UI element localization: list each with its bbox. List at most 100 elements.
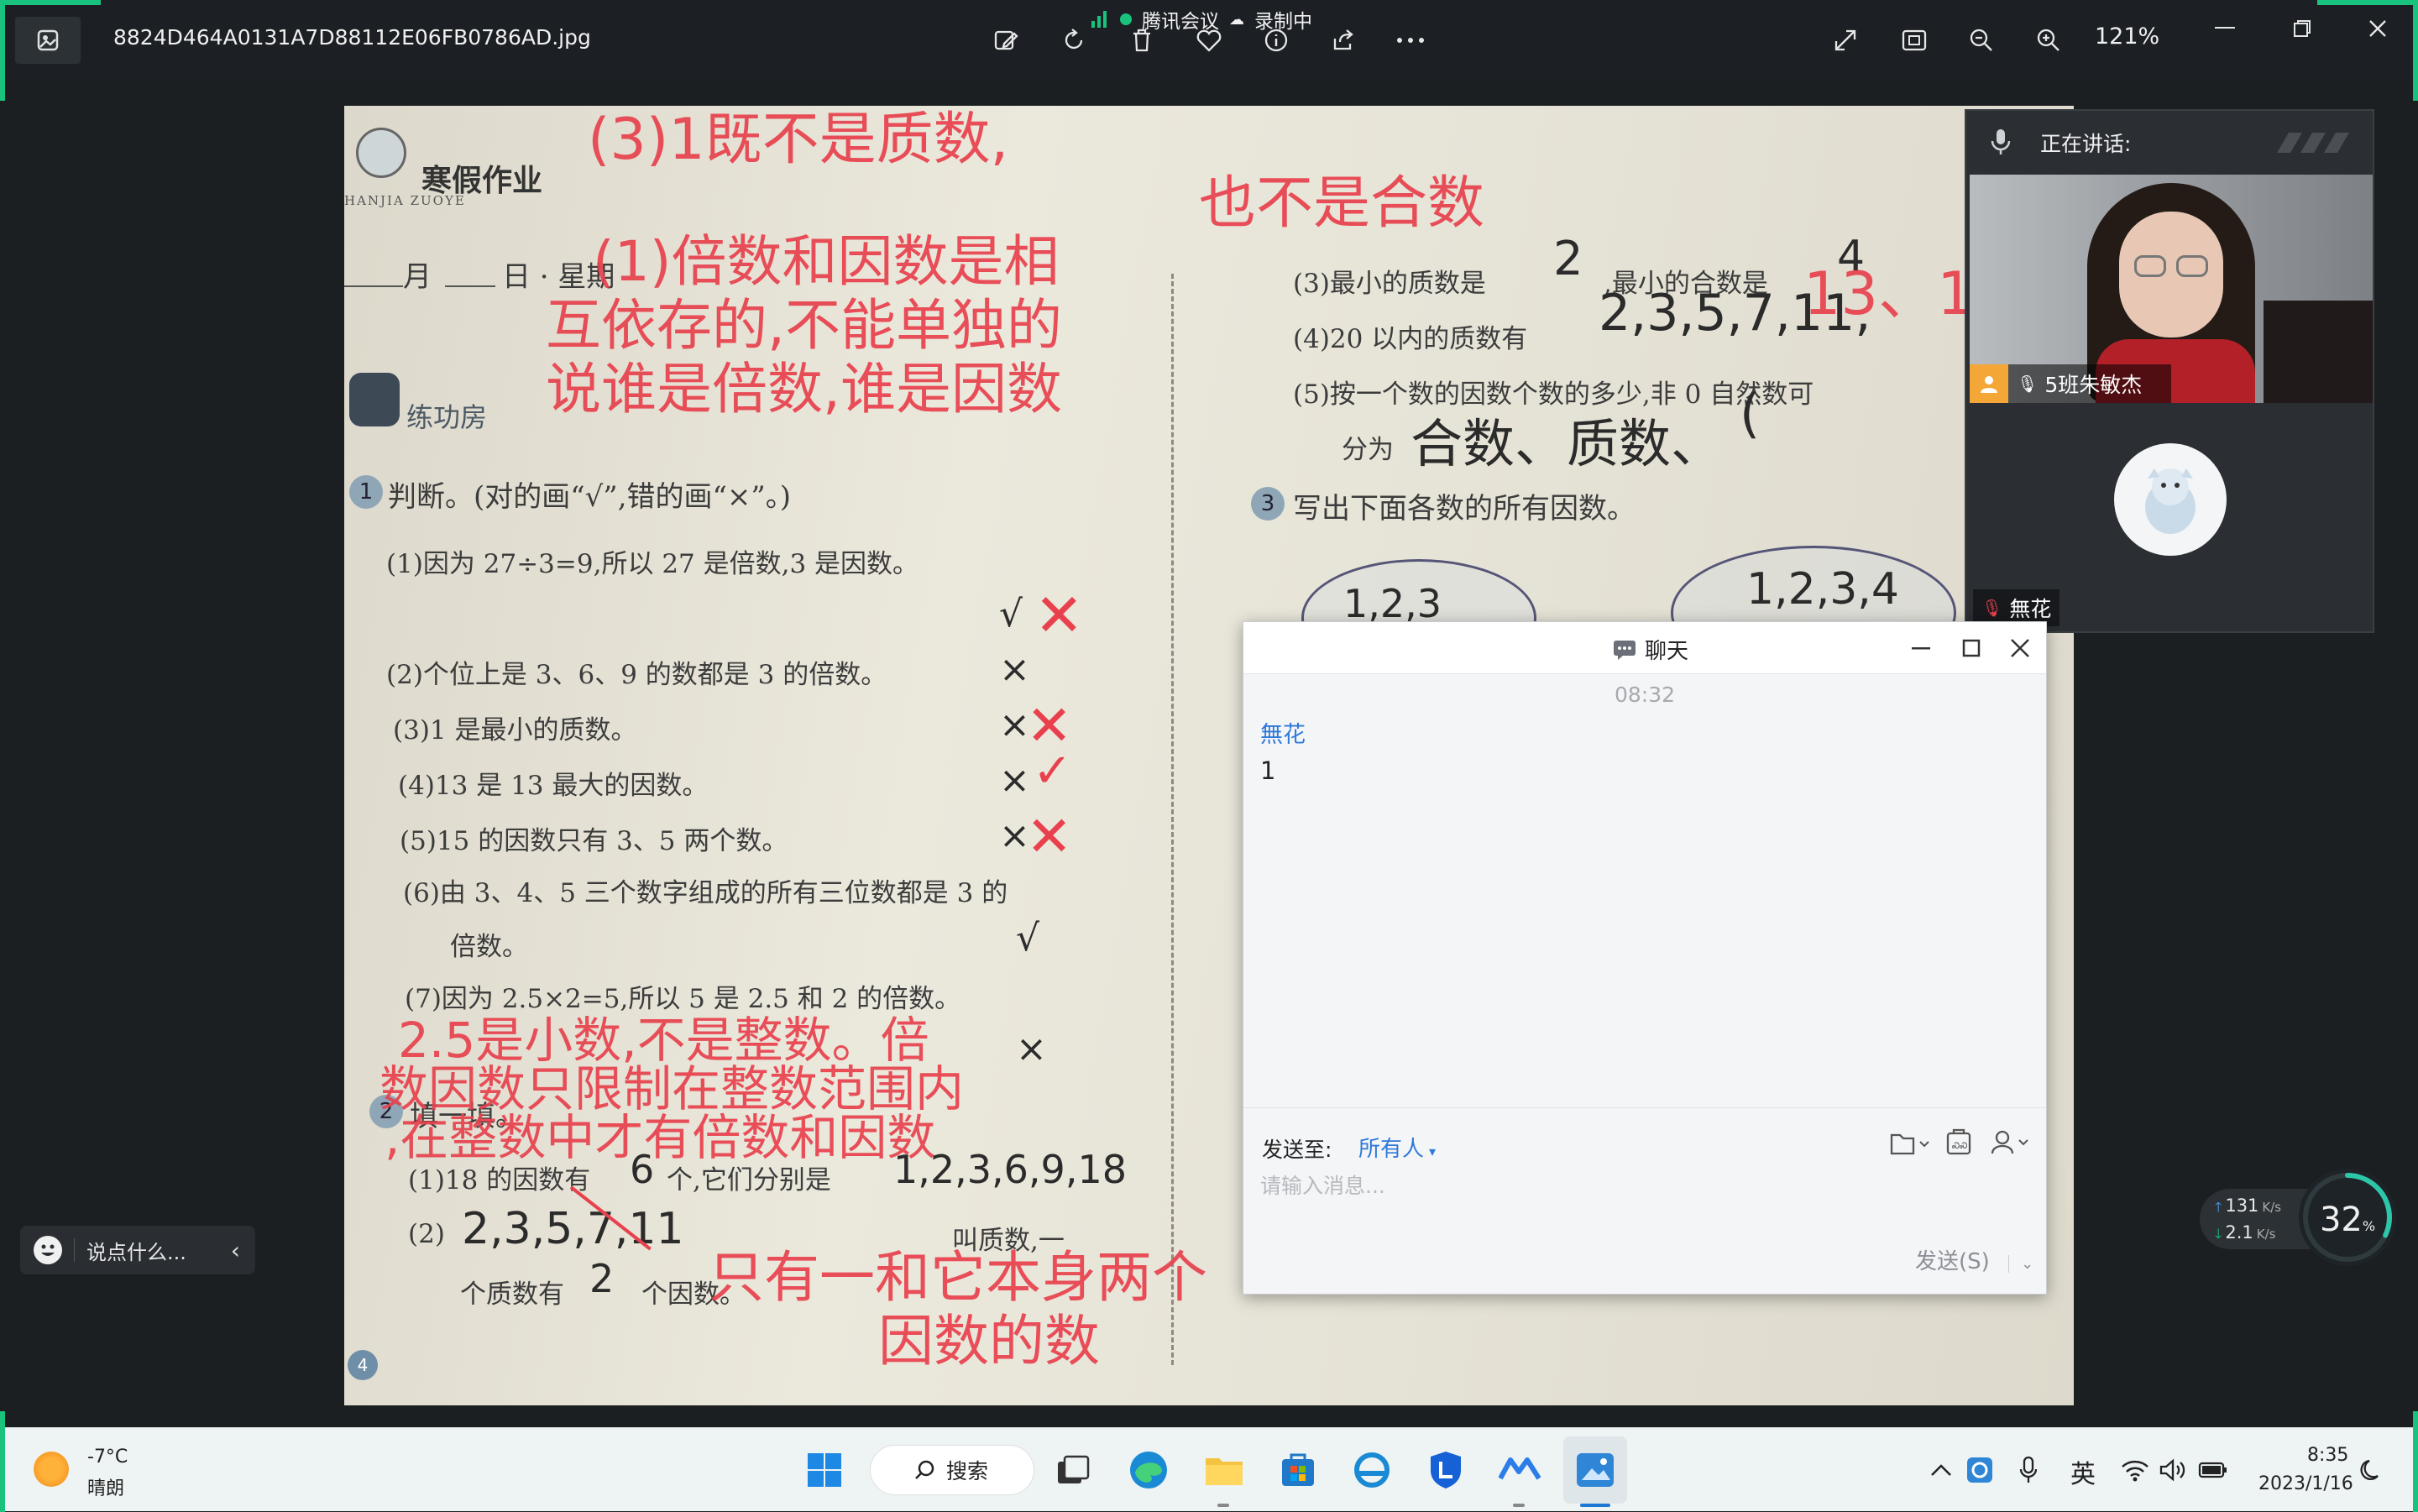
file-explorer-icon[interactable] (1201, 1447, 1248, 1494)
date-month: 月 (403, 260, 432, 294)
participant-video[interactable]: 🎙 5班朱敏杰 (1970, 175, 2373, 403)
blue-shield-app-icon[interactable] (1422, 1447, 1469, 1494)
answer-mark-1: √ (999, 593, 1023, 636)
chat-message-input[interactable] (1260, 1169, 2024, 1202)
show-hidden-icons-icon[interactable] (1923, 1447, 1960, 1494)
chat-timestamp: 08:32 (1614, 683, 1676, 707)
q1-item-7: (7)因为 2.5×2=5,所以 5 是 2.5 和 2 的倍数。 (405, 984, 961, 1014)
upload-arrow-icon: 🡑 (2215, 1199, 2222, 1215)
start-icon[interactable] (801, 1447, 848, 1494)
do-not-disturb-moon-icon[interactable] (2351, 1447, 2393, 1494)
send-to-label: 发送至: (1262, 1138, 1332, 1162)
zoom-level[interactable]: 121% (2095, 24, 2159, 50)
more-options-icon[interactable] (1387, 17, 1434, 64)
taskbar-search[interactable]: 搜索 (870, 1445, 1034, 1495)
share-icon[interactable] (1320, 17, 1367, 64)
download-speed: 🡓 2.1 K/s (2215, 1222, 2275, 1248)
cpu-value: 32 (2319, 1201, 2363, 1239)
annotation-2-line-3: ,在整数中才有倍数和因数 (385, 1109, 936, 1166)
fold-line (1171, 274, 1174, 1365)
send-to-dropdown[interactable]: 所有人 ▾ (1358, 1132, 1436, 1163)
svg-text:ᏍᏍ: ᏍᏍ (1952, 1142, 1968, 1151)
ie-browser-icon[interactable] (1348, 1447, 1395, 1494)
zoom-in-icon[interactable] (2025, 17, 2072, 64)
upload-speed: 🡑 131 K/s (2215, 1195, 2281, 1221)
favorite-icon[interactable] (1185, 17, 1233, 64)
member-options-icon[interactable] (1989, 1127, 2036, 1159)
participant-name-tag: 🎙 5班朱敏杰 (1970, 364, 2171, 403)
task-view-icon[interactable] (1049, 1447, 1096, 1494)
annotation-top-line-2: 也不是合数 (1199, 170, 1485, 237)
microsoft-store-icon[interactable] (1274, 1447, 1322, 1494)
screenshot-icon[interactable]: ᏍᏍ (1944, 1127, 1976, 1159)
q1-item-4: (4)13 是 13 最大的因数。 (398, 771, 709, 801)
ime-indicator[interactable]: 英 (2070, 1453, 2096, 1490)
edge-browser-icon[interactable] (1125, 1447, 1172, 1494)
restore-icon[interactable] (2279, 5, 2326, 52)
share-frame-edge (0, 0, 5, 101)
fit-window-icon[interactable] (1891, 17, 1938, 64)
photos-app-icon[interactable] (15, 17, 81, 64)
annotation-1-line-2: 互依存的,不能单独的 (546, 293, 1062, 358)
classify-answer-end: ( (1740, 383, 1761, 444)
chat-maximize-icon[interactable] (1959, 636, 1984, 661)
fullscreen-icon[interactable] (1822, 17, 1869, 64)
q2-prime-factor-count: 2 (589, 1256, 615, 1301)
correction-cross-icon: ✕ (1034, 581, 1084, 650)
clock-time[interactable]: 8:35 (2307, 1445, 2348, 1466)
delete-icon[interactable] (1118, 17, 1165, 64)
annotation-1-line-3: 说谁是倍数,谁是因数 (546, 357, 1062, 421)
avatar-participant-name: 無花 (2009, 597, 2052, 621)
volume-icon[interactable] (2154, 1447, 2191, 1494)
date-underline (344, 285, 403, 287)
q2-item-2-a: (2) (408, 1219, 445, 1249)
annotation-1-line-1: (1)倍数和因数是相 (593, 229, 1060, 294)
quick-chat-bar[interactable]: 说点什么... ‹ (20, 1226, 255, 1274)
battery-icon[interactable] (2195, 1447, 2232, 1494)
chat-message-sender[interactable]: 無花 (1260, 716, 1306, 749)
chat-title: 聊天 (1645, 639, 1689, 664)
page-number: 4 (348, 1350, 378, 1380)
edit-icon[interactable] (982, 17, 1029, 64)
close-icon[interactable] (2354, 5, 2401, 52)
annotation-primes-more: 13、1 (1803, 259, 1975, 328)
tencent-meeting-icon[interactable] (1496, 1447, 1543, 1494)
zoom-out-icon[interactable] (1958, 17, 2005, 64)
wifi-icon[interactable] (2116, 1447, 2154, 1494)
practice-section-title: 练功房 (406, 401, 488, 433)
divider (74, 1238, 75, 1262)
weather-sun-icon[interactable] (34, 1452, 69, 1487)
chat-close-icon[interactable] (2007, 636, 2033, 661)
microphone-tray-icon[interactable] (2010, 1447, 2047, 1494)
download-arrow-icon: 🡓 (2215, 1226, 2222, 1242)
host-icon (1970, 364, 2008, 403)
info-icon[interactable] (1253, 17, 1300, 64)
weather-temperature[interactable]: -7°C (87, 1447, 128, 1468)
download-unit: K/s (2256, 1227, 2276, 1242)
upload-value: 131 (2225, 1195, 2259, 1216)
minimize-icon[interactable] (2201, 5, 2248, 52)
emoji-icon[interactable] (34, 1236, 62, 1264)
weather-condition[interactable]: 晴朗 (87, 1473, 124, 1500)
collapse-chevron-icon[interactable]: ‹ (231, 1237, 240, 1264)
factor-circle-2-answer: 1,2,3,4 (1746, 564, 1899, 615)
question-3-number: 3 (1251, 487, 1285, 521)
mic-muted-icon: 🎙 (1981, 598, 2003, 618)
question-3-title: 写出下面各数的所有因数。 (1293, 492, 1636, 526)
photos-app-icon[interactable] (1572, 1447, 1619, 1494)
send-button[interactable]: 发送(S) ⌄ (1915, 1244, 2033, 1275)
quick-chat-placeholder: 说点什么... (86, 1240, 186, 1264)
tray-app-icon[interactable] (1961, 1447, 1998, 1494)
answer-mark-4: × (999, 759, 1030, 802)
chat-composer: 发送至: 所有人▾ ᏍᏍ 发送(S) ⌄ (1243, 1107, 2046, 1294)
rotate-icon[interactable] (1051, 17, 1098, 64)
glasses-icon (2176, 255, 2208, 277)
participant-avatar[interactable] (2114, 443, 2227, 556)
chat-minimize-icon[interactable] (1908, 636, 1934, 661)
clock-date[interactable]: 2023/1/16 (2258, 1473, 2353, 1494)
active-indicator (1580, 1504, 1610, 1507)
file-send-icon[interactable] (1888, 1128, 1934, 1159)
send-options-chevron-icon[interactable]: ⌄ (2008, 1255, 2033, 1273)
network-speed-widget[interactable]: 🡑 131 K/s 🡓 2.1 K/s 32% (2200, 1169, 2398, 1266)
chat-titlebar[interactable]: 聊天 (1243, 622, 2046, 674)
